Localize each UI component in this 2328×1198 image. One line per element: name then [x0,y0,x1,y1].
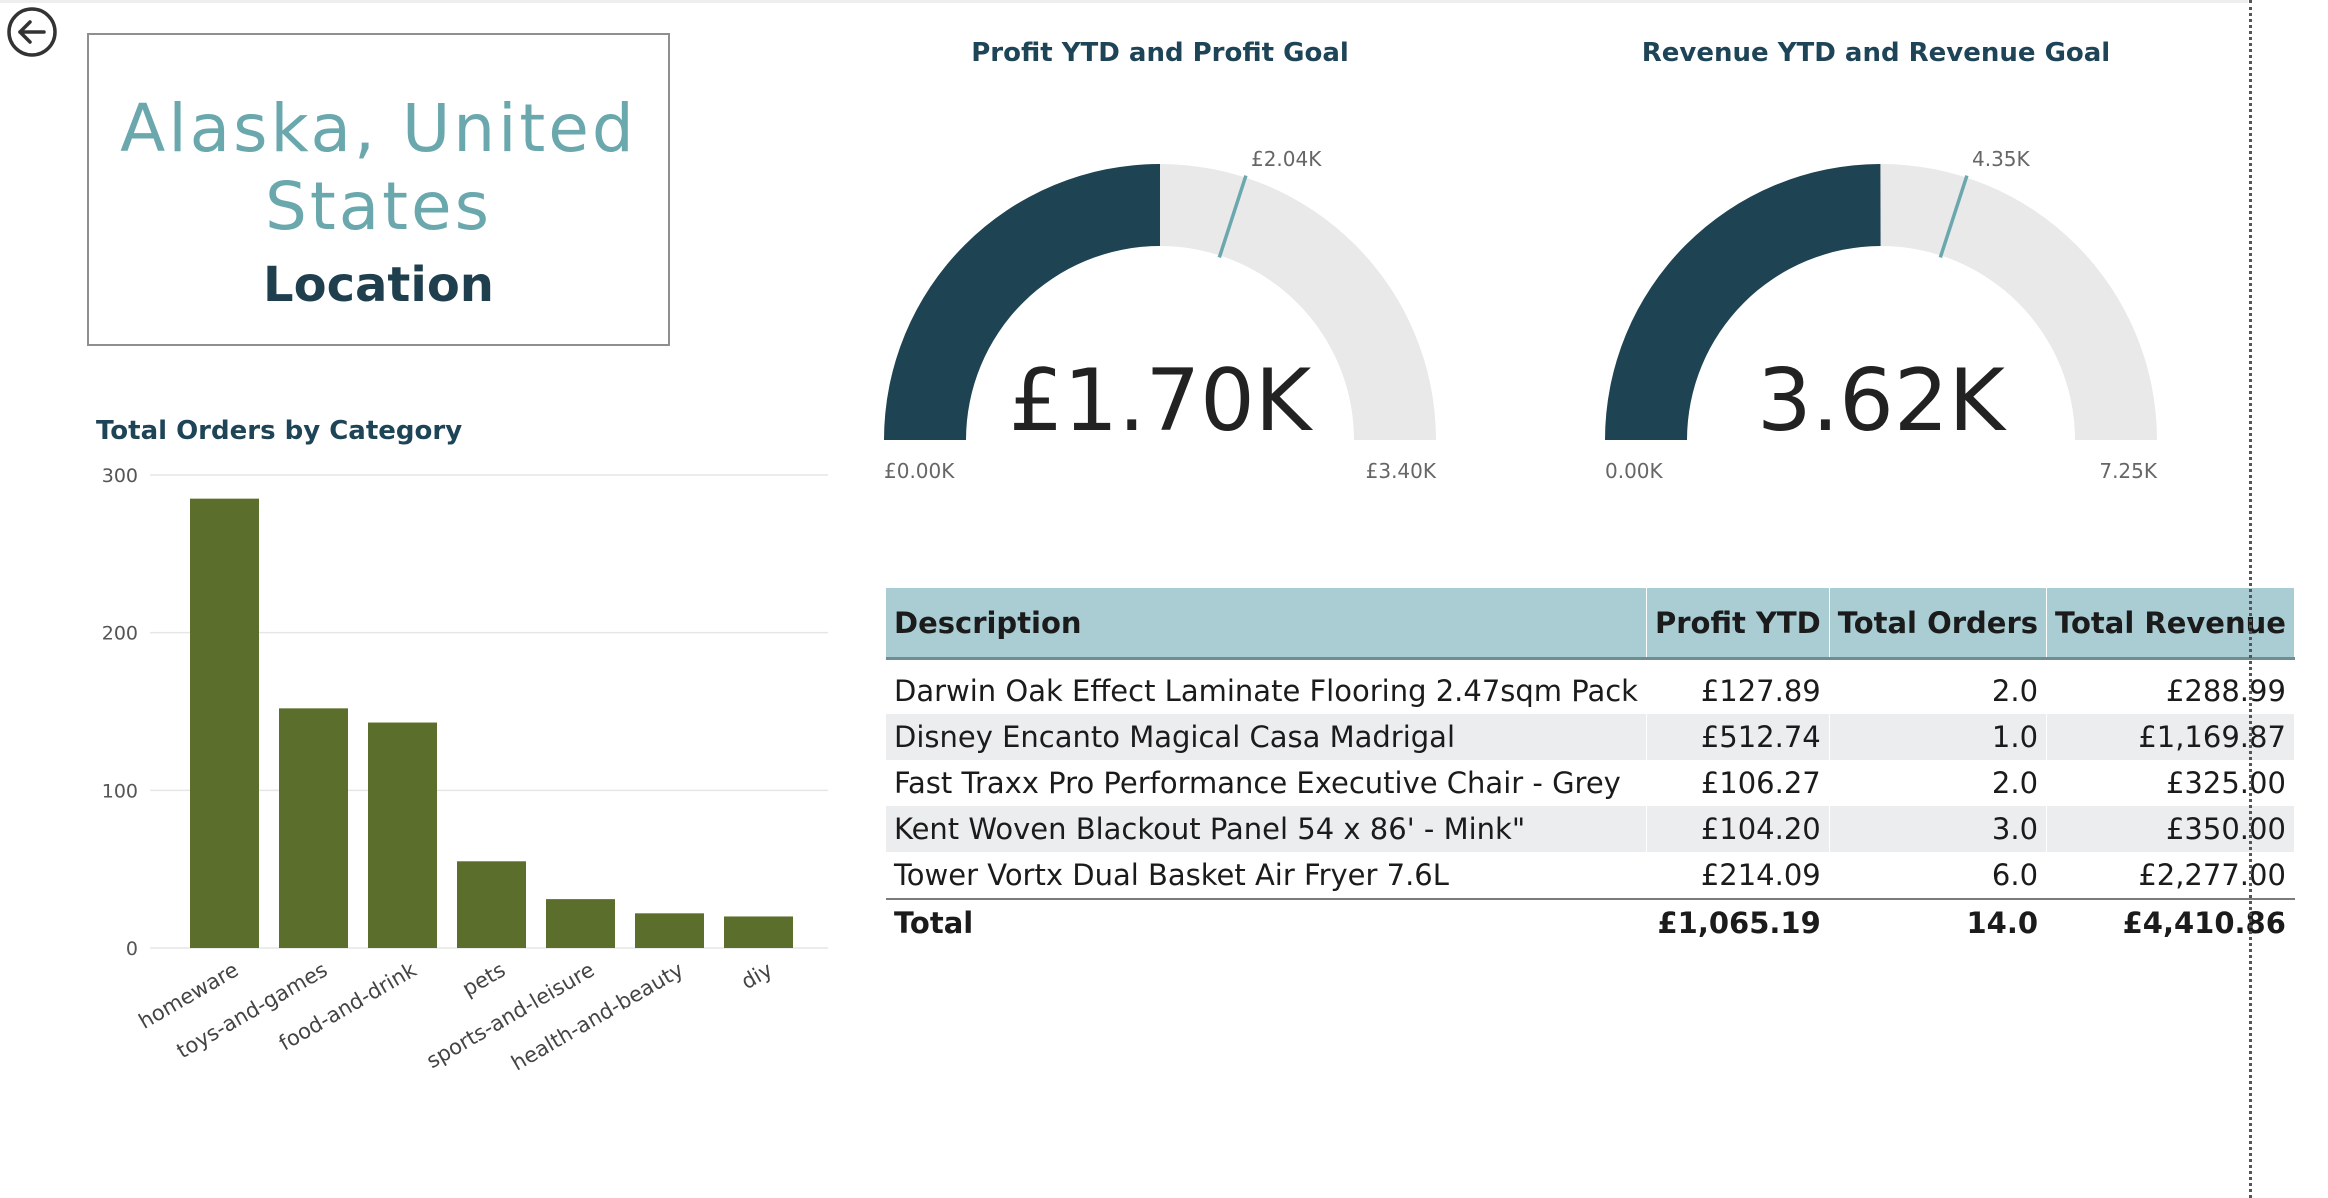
cell-total-revenue: £1,169.87 [2046,714,2295,760]
bar-health-and-beauty [635,913,704,948]
cell-total-revenue: £350.00 [2046,806,2295,852]
column-header-total-revenue[interactable]: Total Revenue [2046,588,2295,660]
table-total-row: Total £1,065.19 14.0 £4,410.86 [886,898,2295,946]
y-tick-label: 300 [102,465,138,487]
cell-total-revenue: £288.99 [2046,658,2295,714]
cell-profit-ytd: £214.09 [1646,852,1830,899]
bar-food-and-drink [368,722,437,948]
x-tick-label: health-and-beauty [507,958,687,1076]
revenue-gauge-title: Revenue YTD and Revenue Goal [1641,38,2111,68]
bar-homeware [190,498,259,948]
column-header-profit-ytd[interactable]: Profit YTD [1646,588,1830,660]
total-revenue: £4,410.86 [2046,898,2295,946]
x-tick-label: toys-and-games [173,958,332,1064]
table-row[interactable]: Disney Encanto Magical Casa Madrigal £51… [886,714,2295,760]
cell-total-revenue: £2,277.00 [2046,852,2295,899]
x-tick-label: diy [737,958,776,995]
table-row[interactable]: Kent Woven Blackout Panel 54 x 86' - Min… [886,806,2295,852]
cell-profit-ytd: £106.27 [1646,760,1830,806]
gauge-max-label: £3.40K [1366,459,1437,483]
revenue-gauge: 3.62K 0.00K 7.25K 4.35K [1605,147,2158,483]
cell-total-revenue: £325.00 [2046,760,2295,806]
x-tick-label: pets [458,958,509,1002]
table-row[interactable]: Darwin Oak Effect Laminate Flooring 2.47… [886,658,2295,714]
orders-by-category-chart: 0100200300homewaretoys-and-gamesfood-and… [102,465,828,1076]
bar-sports-and-leisure [546,899,615,948]
gauge-value: £1.70K [1009,351,1314,451]
table-row[interactable]: Tower Vortx Dual Basket Air Fryer 7.6L £… [886,852,2295,899]
cell-description: Darwin Oak Effect Laminate Flooring 2.47… [886,658,1647,714]
y-tick-label: 100 [102,780,138,802]
bar-toys-and-games [279,708,348,948]
page-edge-divider [2249,0,2252,1198]
cell-total-orders: 2.0 [1829,658,2048,714]
cell-total-orders: 2.0 [1829,760,2048,806]
cell-profit-ytd: £104.20 [1646,806,1830,852]
cell-description: Kent Woven Blackout Panel 54 x 86' - Min… [886,806,1647,852]
cell-description: Tower Vortx Dual Basket Air Fryer 7.6L [886,852,1647,899]
gauge-target-label: £2.04K [1251,147,1322,171]
gauge-min-label: 0.00K [1605,459,1664,483]
cell-description: Disney Encanto Magical Casa Madrigal [886,714,1647,760]
total-profit-ytd: £1,065.19 [1646,898,1830,946]
bar-pets [457,861,526,948]
gauge-max-label: 7.25K [2099,459,2158,483]
orders-table: Description Profit YTD Total Orders Tota… [886,588,2295,946]
cell-profit-ytd: £127.89 [1646,658,1830,714]
cell-total-orders: 6.0 [1829,852,2048,899]
profit-gauge-title: Profit YTD and Profit Goal [971,38,1349,68]
total-orders: 14.0 [1829,898,2048,946]
table-header-row: Description Profit YTD Total Orders Tota… [886,588,2295,660]
gauge-min-label: £0.00K [884,459,955,483]
table-row[interactable]: Fast Traxx Pro Performance Executive Cha… [886,760,2295,806]
gauge-value: 3.62K [1757,351,2007,451]
profit-gauge: £1.70K £0.00K £3.40K £2.04K [884,147,1437,483]
gauge-target-label: 4.35K [1972,147,2031,171]
cell-total-orders: 1.0 [1829,714,2048,760]
y-tick-label: 200 [102,623,138,645]
cell-total-orders: 3.0 [1829,806,2048,852]
bar-diy [724,916,793,948]
y-tick-label: 0 [126,938,138,960]
cell-profit-ytd: £512.74 [1646,714,1830,760]
cell-description: Fast Traxx Pro Performance Executive Cha… [886,760,1647,806]
total-label: Total [886,898,1647,946]
column-header-description[interactable]: Description [886,588,1647,660]
column-header-total-orders[interactable]: Total Orders [1829,588,2048,660]
